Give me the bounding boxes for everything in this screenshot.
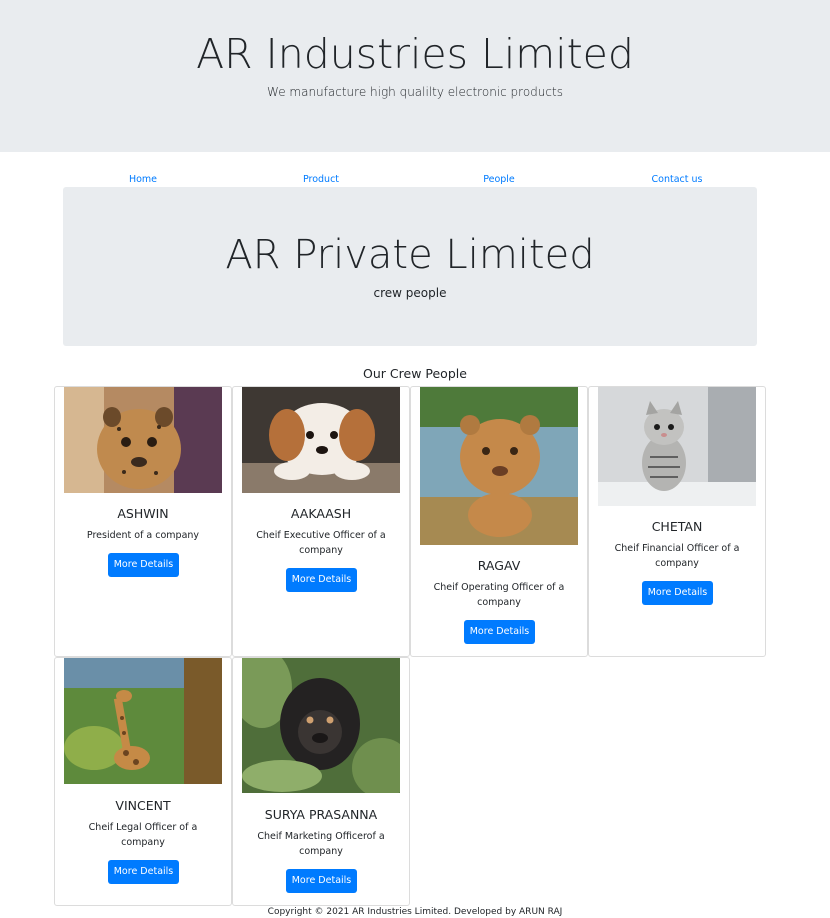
person-name: RAGAV xyxy=(477,558,521,573)
person-card: SURYA PRASANNA Cheif Marketing Officerof… xyxy=(232,657,410,906)
gorilla-baby-photo xyxy=(242,658,400,793)
person-card: AAKAASH Cheif Executive Officer of a com… xyxy=(232,386,410,657)
nav-people-link[interactable]: People xyxy=(410,173,588,187)
giraffe-photo xyxy=(64,658,222,784)
more-details-button[interactable]: More Details xyxy=(642,581,713,605)
person-role: Cheif Financial Officer of a company xyxy=(614,543,740,569)
more-details-button[interactable]: More Details xyxy=(464,620,535,644)
person-card: CHETAN Cheif Financial Officer of a comp… xyxy=(588,386,766,657)
cheetah-cub-photo xyxy=(64,387,222,493)
more-details-button[interactable]: More Details xyxy=(286,568,357,592)
company-banner: AR Private Limited crew people xyxy=(63,187,757,346)
nav-home-link[interactable]: Home xyxy=(54,173,232,187)
site-title: AR Industries Limited xyxy=(196,30,634,78)
person-role: Cheif Operating Officer of a company xyxy=(433,582,565,608)
person-role: Cheif Executive Officer of a company xyxy=(256,530,386,556)
person-card: ASHWIN President of a company More Detai… xyxy=(54,386,232,657)
nav-product-link[interactable]: Product xyxy=(232,173,410,187)
kitten-photo xyxy=(598,387,756,506)
more-details-button[interactable]: More Details xyxy=(286,869,357,893)
person-card: RAGAV Cheif Operating Officer of a compa… xyxy=(410,386,588,657)
person-name: SURYA PRASANNA xyxy=(264,807,378,822)
more-details-button[interactable]: More Details xyxy=(108,860,179,884)
person-role: Cheif Legal Officer of a company xyxy=(88,822,198,848)
banner-title: AR Private Limited xyxy=(225,232,595,278)
main-nav: Home Product People Contact us xyxy=(54,173,766,187)
footer-copyright: Copyright © 2021 AR Industries Limited. … xyxy=(267,907,563,917)
person-name: AAKAASH xyxy=(290,506,352,521)
site-tagline: We manufacture high qualilty electronic … xyxy=(267,85,563,99)
person-role: Cheif Marketing Officerof a company xyxy=(257,831,385,857)
section-title: Our Crew People xyxy=(363,366,467,381)
person-role: President of a company xyxy=(86,530,200,541)
puppy-photo xyxy=(242,387,400,493)
more-details-button[interactable]: More Details xyxy=(108,553,179,577)
person-name: CHETAN xyxy=(651,519,703,534)
person-name: ASHWIN xyxy=(117,506,169,521)
site-header: AR Industries Limited We manufacture hig… xyxy=(0,0,830,152)
person-name: VINCENT xyxy=(115,798,171,813)
nav-contact-link[interactable]: Contact us xyxy=(588,173,766,187)
person-card: VINCENT Cheif Legal Officer of a company… xyxy=(54,657,232,906)
banner-subtitle: crew people xyxy=(373,286,447,300)
lion-cub-photo xyxy=(420,387,578,545)
